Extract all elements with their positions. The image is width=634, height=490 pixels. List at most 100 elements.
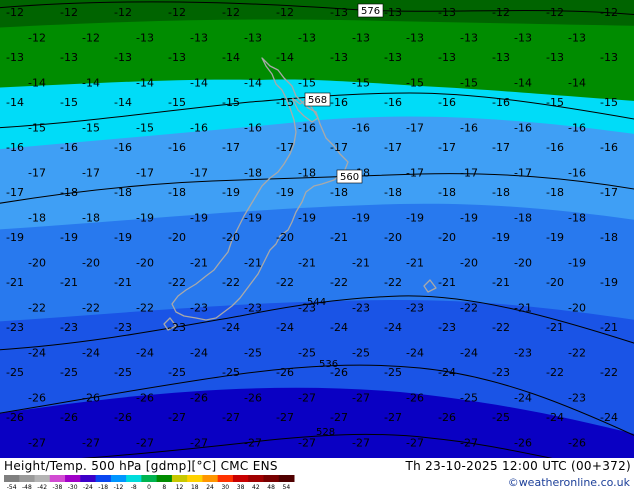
temperature-value: -20 [438,231,456,244]
temperature-value: -21 [546,321,564,334]
temperature-value: -18 [168,186,186,199]
temperature-value: -13 [384,6,402,19]
temperature-value: -14 [28,77,46,90]
legend-tick-label: -38 [53,484,63,490]
legend-swatch [202,475,219,482]
temperature-value: -16 [114,141,132,154]
legend-tick-label: 42 [252,484,260,490]
temperature-value: -21 [600,321,618,334]
temperature-value: -15 [406,77,424,90]
temperature-value: -16 [6,141,24,154]
legend-tick-label: -24 [83,484,93,490]
temperature-value: -15 [222,96,240,109]
temperature-value: -23 [406,302,424,315]
legend-tick-label: 24 [206,484,214,490]
svg-text:576: 576 [361,6,380,17]
temperature-value: -13 [568,32,586,45]
temperature-value: -26 [114,411,132,424]
temperature-value: -27 [28,437,46,450]
temperature-value: -21 [6,276,24,289]
temperature-value: -22 [222,276,240,289]
temperature-value: -20 [222,231,240,244]
temperature-value: -15 [460,77,478,90]
temperature-value: -13 [6,51,24,64]
temperature-value: -12 [222,6,240,19]
temperature-value: -20 [384,231,402,244]
temperature-value: -19 [492,231,510,244]
temperature-value: -14 [82,77,100,90]
temperature-value: -27 [82,437,100,450]
valid-time: Th 23-10-2025 12:00 UTC (00+372) [405,459,631,473]
temperature-value: -25 [114,366,132,379]
temperature-value: -26 [82,392,100,405]
temperature-value: -23 [114,321,132,334]
temperature-value: -26 [6,411,24,424]
temperature-value: -15 [60,96,78,109]
temperature-value: -26 [276,366,294,379]
temperature-value: -26 [568,437,586,450]
temperature-value: -19 [460,212,478,225]
temperature-value: -13 [600,51,618,64]
weather-map: -12 -12 -12 -12 -12 -12 -13 -13 -13 -12 -12 -12-12-… [0,0,634,458]
temperature-value: -14 [568,77,586,90]
temperature-value: -18 [492,186,510,199]
temperature-value: -13 [60,51,78,64]
temperature-value: -24 [28,347,46,360]
legend-tick-label: 48 [267,484,275,490]
temperature-value: -20 [168,231,186,244]
temperature-value: -24 [82,347,100,360]
legend-tick-label: 8 [162,484,166,490]
temperature-value: -27 [352,437,370,450]
site-credit[interactable]: ©weatheronline.co.uk [508,476,630,489]
temperature-value: -18 [330,186,348,199]
temperature-value: -19 [298,212,316,225]
temperature-value: -15 [168,96,186,109]
temperature-value: -15 [298,77,316,90]
temperature-value: -12 [6,6,24,19]
temperature-value: -17 [6,186,24,199]
temperature-value: -13 [244,32,262,45]
height-label-528: 528 [316,427,335,438]
temperature-value: -21 [438,276,456,289]
temperature-value: -13 [460,32,478,45]
temperature-value: -27 [352,392,370,405]
height-label-544: 544 [307,297,326,308]
temperature-value: -27 [136,437,154,450]
temperature-value: -20 [460,257,478,270]
legend-swatch [4,475,20,482]
temperature-value: -26 [136,392,154,405]
temperature-value: -27 [298,392,316,405]
legend-tick-label: 54 [283,484,291,490]
legend-swatch [263,475,280,482]
temperature-value: -16 [568,122,586,135]
temperature-value: -25 [6,366,24,379]
temperature-value: -19 [546,231,564,244]
temperature-value: -27 [384,411,402,424]
temperature-value: -17 [514,167,532,180]
temperature-value: -17 [28,167,46,180]
temperature-value: -22 [460,302,478,315]
temperature-value: -17 [190,167,208,180]
temperature-value: -16 [600,141,618,154]
legend-swatch [171,475,188,482]
temperature-value: -26 [28,392,46,405]
temperature-value: -19 [222,186,240,199]
temperature-value: -25 [222,366,240,379]
temperature-value: -16 [190,122,208,135]
temperature-value: -13 [352,32,370,45]
temperature-value: -16 [384,96,402,109]
temperature-value: -21 [492,276,510,289]
legend-tick-label: 12 [176,484,184,490]
temperature-value: -25 [492,411,510,424]
map-title: Height/Temp. 500 hPa [gdmp][°C] CMC ENS [4,459,278,473]
temperature-value: -14 [244,77,262,90]
temperature-value: -16 [438,96,456,109]
temperature-value: -23 [190,302,208,315]
temperature-value: -25 [168,366,186,379]
temperature-value: -20 [276,231,294,244]
temperature-value: -14 [276,51,294,64]
temperature-value: -19 [352,212,370,225]
temperature-value: -16 [514,122,532,135]
temperature-value: -22 [546,366,564,379]
temperature-value: -20 [568,302,586,315]
